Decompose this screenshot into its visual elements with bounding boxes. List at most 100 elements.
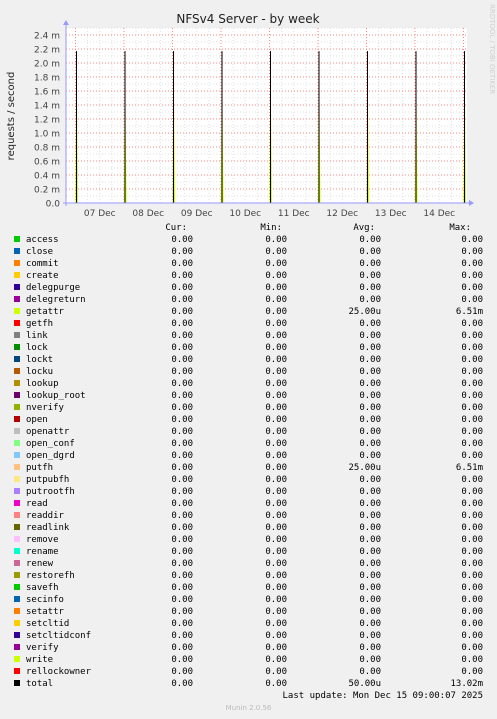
legend-series-name: create bbox=[26, 271, 59, 281]
legend-swatch bbox=[14, 512, 20, 518]
legend-row-restorefh: restorefh 0.00 0.00 0.00 0.00 bbox=[0, 570, 497, 582]
munin-version: Munin 2.0.56 bbox=[225, 704, 272, 712]
legend-min-value: 0.00 bbox=[265, 595, 287, 605]
legend-cur-value: 0.00 bbox=[171, 403, 193, 413]
legend-row-openattr: openattr 0.00 0.00 0.00 0.00 bbox=[0, 426, 497, 438]
legend-cur-value: 0.00 bbox=[171, 427, 193, 437]
legend-max-value: 0.00 bbox=[461, 271, 483, 281]
legend-cur-value: 0.00 bbox=[171, 631, 193, 641]
legend-swatch bbox=[14, 392, 20, 398]
legend-swatch bbox=[14, 488, 20, 494]
legend-series-name: open bbox=[26, 415, 48, 425]
legend-min-value: 0.00 bbox=[265, 367, 287, 377]
legend-max-value: 6.51m bbox=[455, 463, 483, 473]
legend-series-name: locku bbox=[26, 367, 54, 377]
legend-row-putpubfh: putpubfh 0.00 0.00 0.00 0.00 bbox=[0, 474, 497, 486]
legend-cur-value: 0.00 bbox=[171, 607, 193, 617]
legend-swatch bbox=[14, 596, 20, 602]
legend-row-write: write 0.00 0.00 0.00 0.00 bbox=[0, 654, 497, 666]
legend-row-create: create 0.00 0.00 0.00 0.00 bbox=[0, 270, 497, 282]
legend-max-value: 0.00 bbox=[461, 259, 483, 269]
legend-row-secinfo: secinfo 0.00 0.00 0.00 0.00 bbox=[0, 594, 497, 606]
legend-swatch bbox=[14, 680, 20, 686]
legend-avg-value: 0.00 bbox=[359, 511, 381, 521]
legend-cur-value: 0.00 bbox=[171, 487, 193, 497]
legend-row-open: open 0.00 0.00 0.00 0.00 bbox=[0, 414, 497, 426]
legend-avg-value: 0.00 bbox=[359, 487, 381, 497]
legend-row-read: read 0.00 0.00 0.00 0.00 bbox=[0, 498, 497, 510]
legend-cur-value: 0.00 bbox=[171, 595, 193, 605]
legend-series-name: remove bbox=[26, 535, 59, 545]
legend-cur-value: 0.00 bbox=[171, 259, 193, 269]
legend-min-value: 0.00 bbox=[265, 379, 287, 389]
legend-min-value: 0.00 bbox=[265, 511, 287, 521]
legend-row-renew: renew 0.00 0.00 0.00 0.00 bbox=[0, 558, 497, 570]
legend-cur-value: 0.00 bbox=[171, 379, 193, 389]
legend-series-name: lockt bbox=[26, 355, 54, 365]
legend-row-remove: remove 0.00 0.00 0.00 0.00 bbox=[0, 534, 497, 546]
legend-cur-value: 0.00 bbox=[171, 643, 193, 653]
legend-series-name: getfh bbox=[26, 319, 54, 329]
legend-avg-value: 0.00 bbox=[359, 475, 381, 485]
legend-min-value: 0.00 bbox=[265, 475, 287, 485]
legend-cur-value: 0.00 bbox=[171, 283, 193, 293]
legend-series-name: rellockowner bbox=[26, 667, 92, 677]
legend-min-value: 0.00 bbox=[265, 667, 287, 677]
legend-swatch bbox=[14, 272, 20, 278]
legend-avg-value: 0.00 bbox=[359, 379, 381, 389]
legend-min-value: 0.00 bbox=[265, 559, 287, 569]
legend-row-rename: rename 0.00 0.00 0.00 0.00 bbox=[0, 546, 497, 558]
legend-max-value: 0.00 bbox=[461, 331, 483, 341]
legend-swatch bbox=[14, 296, 20, 302]
legend-cur-value: 0.00 bbox=[171, 271, 193, 281]
legend-swatch bbox=[14, 236, 20, 242]
legend-avg-value: 0.00 bbox=[359, 355, 381, 365]
legend-min-value: 0.00 bbox=[265, 415, 287, 425]
legend-series-name: renew bbox=[26, 559, 54, 569]
legend-row-lookup-root: lookup_root 0.00 0.00 0.00 0.00 bbox=[0, 390, 497, 402]
legend-series-name: setcltid bbox=[26, 619, 70, 629]
legend-row-open-conf: open_conf 0.00 0.00 0.00 0.00 bbox=[0, 438, 497, 450]
legend-max-value: 0.00 bbox=[461, 607, 483, 617]
legend-min-value: 0.00 bbox=[265, 523, 287, 533]
legend: Cur: Min: Avg: Max: access 0.00 0.00 0.00 0.… bbox=[0, 0, 497, 719]
legend-max-value: 0.00 bbox=[461, 247, 483, 257]
legend-series-name: setcltidconf bbox=[26, 631, 92, 641]
legend-swatch bbox=[14, 632, 20, 638]
legend-cur-value: 0.00 bbox=[171, 667, 193, 677]
legend-series-name: open_conf bbox=[26, 439, 75, 449]
legend-swatch bbox=[14, 644, 20, 650]
legend-max-value: 0.00 bbox=[461, 511, 483, 521]
legend-avg-value: 0.00 bbox=[359, 235, 381, 245]
legend-swatch bbox=[14, 260, 20, 266]
legend-min-value: 0.00 bbox=[265, 247, 287, 257]
legend-swatch bbox=[14, 476, 20, 482]
legend-min-value: 0.00 bbox=[265, 427, 287, 437]
legend-max-value: 13.02m bbox=[450, 679, 483, 689]
legend-avg-value: 0.00 bbox=[359, 619, 381, 629]
legend-avg-value: 0.00 bbox=[359, 283, 381, 293]
legend-max-value: 0.00 bbox=[461, 283, 483, 293]
legend-row-delegreturn: delegreturn 0.00 0.00 0.00 0.00 bbox=[0, 294, 497, 306]
legend-cur-value: 0.00 bbox=[171, 547, 193, 557]
legend-min-value: 0.00 bbox=[265, 343, 287, 353]
legend-row-rellockowner: rellockowner 0.00 0.00 0.00 0.00 bbox=[0, 666, 497, 678]
legend-max-value: 0.00 bbox=[461, 523, 483, 533]
legend-max-value: 0.00 bbox=[461, 487, 483, 497]
legend-series-name: total bbox=[26, 679, 54, 689]
legend-series-name: lock bbox=[26, 343, 48, 353]
legend-min-value: 0.00 bbox=[265, 451, 287, 461]
legend-swatch bbox=[14, 440, 20, 446]
legend-series-name: read bbox=[26, 499, 48, 509]
legend-row-link: link 0.00 0.00 0.00 0.00 bbox=[0, 330, 497, 342]
legend-swatch bbox=[14, 500, 20, 506]
legend-row-putfh: putfh 0.00 0.00 25.00u 6.51m bbox=[0, 462, 497, 474]
legend-swatch bbox=[14, 344, 20, 350]
legend-cur-value: 0.00 bbox=[171, 679, 193, 689]
legend-cur-value: 0.00 bbox=[171, 343, 193, 353]
legend-series-name: delegpurge bbox=[26, 283, 81, 293]
legend-swatch bbox=[14, 332, 20, 338]
legend-min-value: 0.00 bbox=[265, 643, 287, 653]
legend-series-name: secinfo bbox=[26, 595, 64, 605]
legend-max-value: 0.00 bbox=[461, 355, 483, 365]
